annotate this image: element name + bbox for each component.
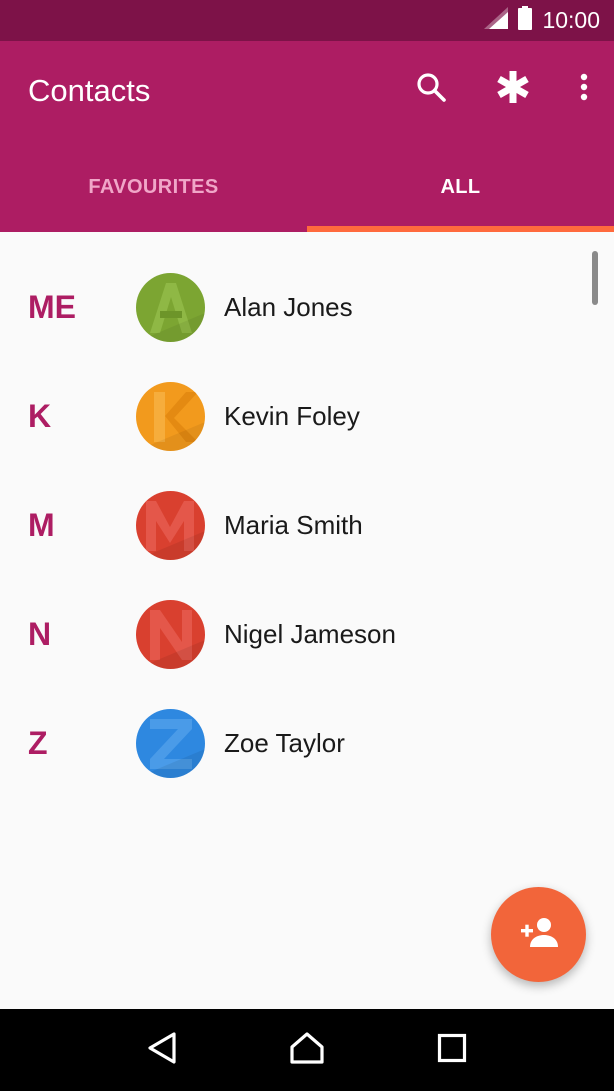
more-options-button[interactable] bbox=[554, 67, 614, 111]
avatar bbox=[136, 491, 205, 560]
contact-name: Maria Smith bbox=[224, 510, 363, 540]
avatar bbox=[136, 600, 205, 669]
status-bar: 10:00 bbox=[0, 0, 614, 41]
avatar bbox=[136, 273, 205, 342]
contact-name: Kevin Foley bbox=[224, 401, 360, 431]
asterisk-icon bbox=[495, 69, 531, 110]
list-item[interactable]: ME Alan Jones bbox=[0, 253, 614, 362]
avatar bbox=[136, 382, 205, 451]
search-icon bbox=[415, 71, 447, 108]
page-title: Contacts bbox=[28, 73, 151, 108]
more-vert-icon bbox=[580, 73, 588, 106]
contact-name: Zoe Taylor bbox=[224, 728, 345, 758]
contact-name: Alan Jones bbox=[224, 292, 353, 322]
add-person-icon bbox=[519, 916, 559, 953]
tab-favourites[interactable]: FAVOURITES bbox=[0, 143, 307, 232]
app-bar-actions bbox=[390, 67, 614, 111]
section-header: K bbox=[28, 398, 52, 434]
section-header: Z bbox=[28, 725, 48, 761]
back-icon bbox=[146, 1031, 178, 1070]
section-header: M bbox=[28, 507, 55, 543]
recents-icon bbox=[437, 1033, 467, 1068]
asterisk-button[interactable] bbox=[472, 67, 554, 111]
tab-all[interactable]: ALL bbox=[307, 143, 614, 232]
scrollbar[interactable] bbox=[592, 251, 598, 305]
list-item[interactable]: Z Zoe Taylor bbox=[0, 689, 614, 798]
back-button[interactable] bbox=[132, 1020, 192, 1080]
status-time: 10:00 bbox=[542, 7, 600, 33]
navigation-bar bbox=[0, 1009, 614, 1091]
list-item[interactable]: N Nigel Jameson bbox=[0, 580, 614, 689]
avatar bbox=[136, 709, 205, 778]
contact-name: Nigel Jameson bbox=[224, 619, 396, 649]
home-icon bbox=[289, 1031, 325, 1070]
add-contact-button[interactable] bbox=[491, 887, 586, 982]
app-bar: Contacts FAVOURITES ALL bbox=[0, 41, 614, 232]
home-button[interactable] bbox=[277, 1020, 337, 1080]
recents-button[interactable] bbox=[422, 1020, 482, 1080]
contacts-list: ME Alan Jones K Kevin Foley M Maria Smit… bbox=[0, 232, 614, 798]
list-item[interactable]: M Maria Smith bbox=[0, 471, 614, 580]
search-button[interactable] bbox=[390, 67, 472, 111]
section-header: N bbox=[28, 616, 52, 652]
list-item[interactable]: K Kevin Foley bbox=[0, 362, 614, 471]
signal-icon bbox=[484, 7, 509, 34]
section-header: ME bbox=[28, 289, 76, 325]
tab-bar: FAVOURITES ALL bbox=[0, 143, 614, 232]
battery-icon bbox=[518, 6, 533, 35]
